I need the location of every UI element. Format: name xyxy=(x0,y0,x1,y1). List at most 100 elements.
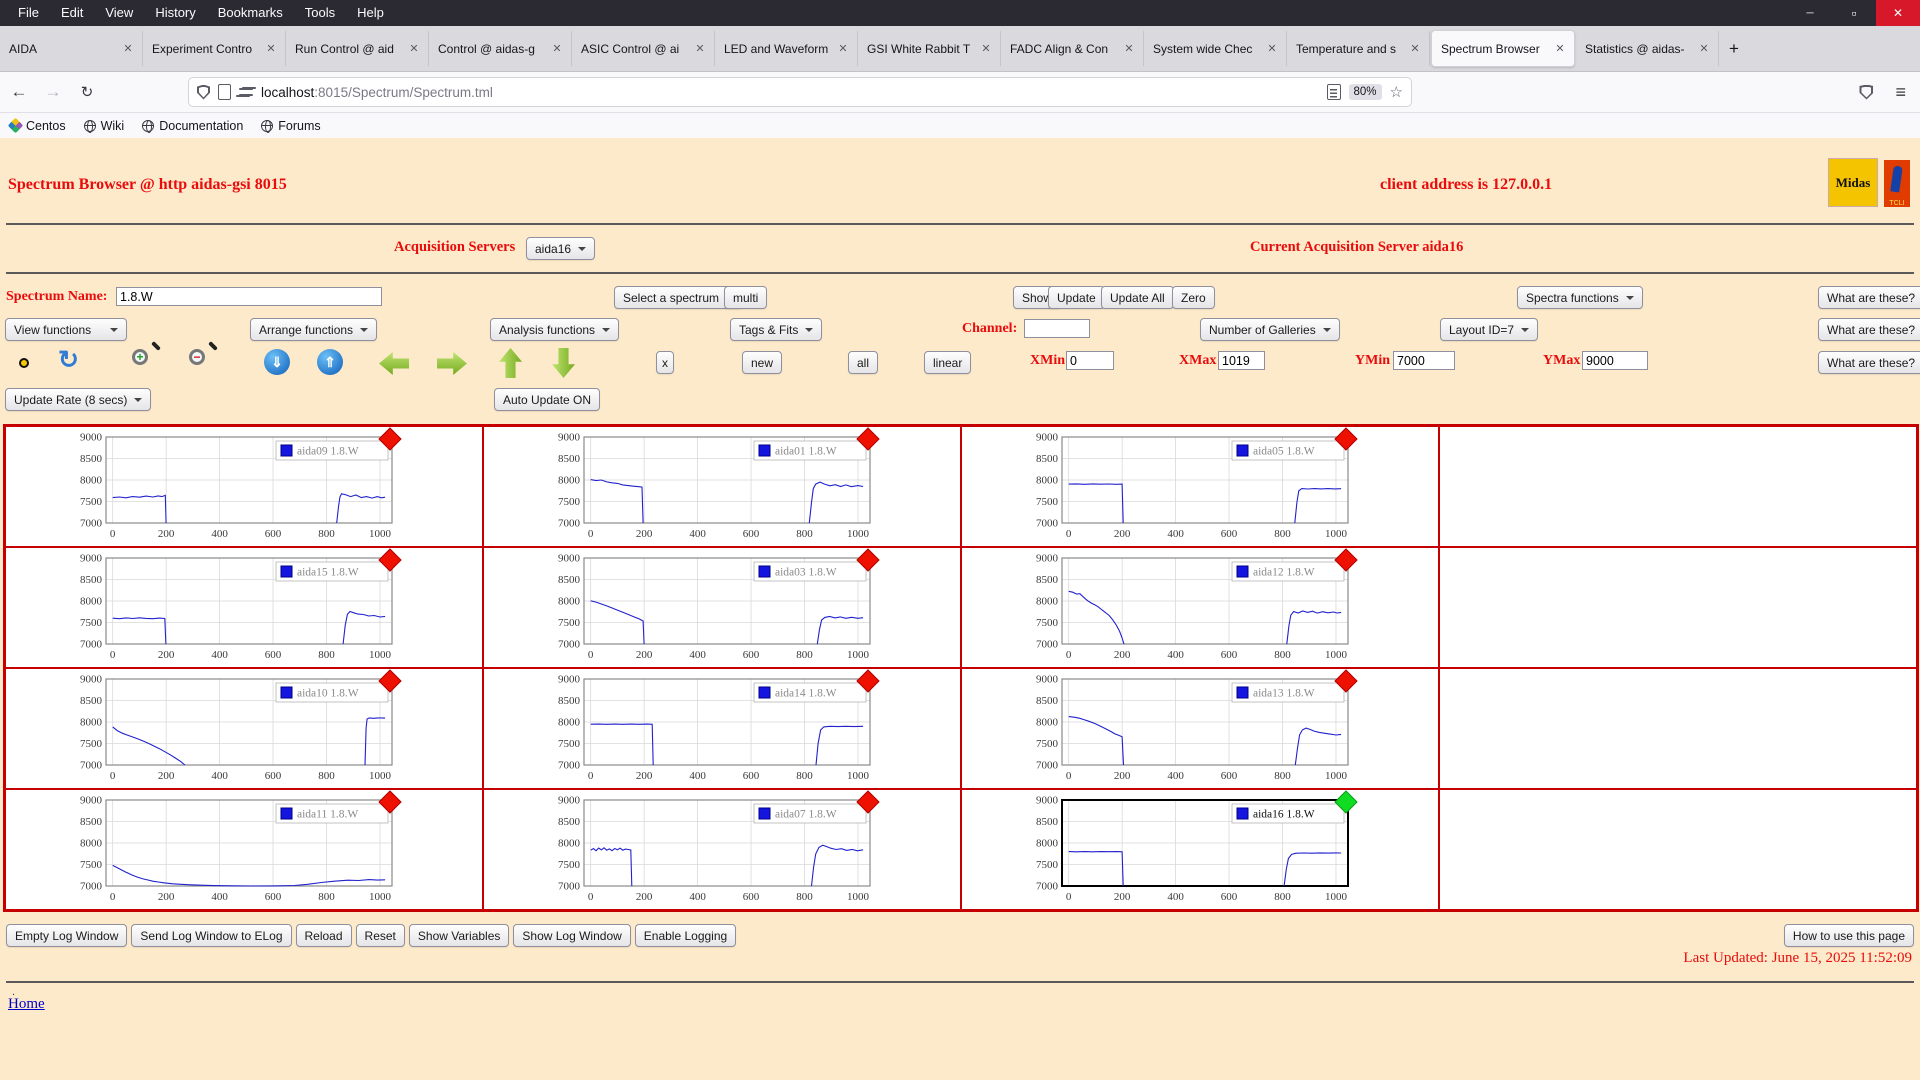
tab-close-icon[interactable] xyxy=(1407,41,1423,57)
tags-fits-dropdown[interactable]: Tags & Fits xyxy=(730,318,823,341)
layout-id-dropdown[interactable]: Layout ID=7 xyxy=(1440,318,1539,341)
ymax-input[interactable] xyxy=(1582,351,1648,370)
bookmark-documentation[interactable]: Documentation xyxy=(142,119,243,133)
update-all-button[interactable]: Update All xyxy=(1101,286,1174,309)
tab-close-icon[interactable] xyxy=(1552,41,1568,57)
tab-run-control-aid[interactable]: Run Control @ aid xyxy=(286,31,429,66)
spectrum-cell-aida13[interactable]: 7000 7500 8000 8500 9000 0 200 400 600 800 1000 aid… xyxy=(961,668,1439,789)
empty-log-window-button[interactable]: Empty Log Window xyxy=(6,924,128,947)
update-rate-dropdown[interactable]: Update Rate (8 secs) xyxy=(5,388,152,411)
number-of-galleries-dropdown[interactable]: Number of Galleries xyxy=(1200,318,1340,341)
spectrum-cell-aida11[interactable]: 7000 7500 8000 8500 9000 0 200 400 600 800 1000 aid… xyxy=(5,789,483,910)
reload-button[interactable]: Reload xyxy=(295,924,352,947)
tab-statistics-aidas-[interactable]: Statistics @ aidas- xyxy=(1576,31,1719,66)
send-log-window-to-elog-button[interactable]: Send Log Window to ELog xyxy=(131,924,292,947)
spectrum-cell-aida09[interactable]: 7000 7500 8000 8500 9000 0 200 400 600 800 1000 aid… xyxy=(5,426,483,547)
spectrum-cell-aida14[interactable]: 7000 7500 8000 8500 9000 0 200 400 600 800 1000 aid… xyxy=(483,668,961,789)
zero-button[interactable]: Zero xyxy=(1172,286,1215,309)
refresh-icon[interactable] xyxy=(58,347,79,373)
tab-close-icon[interactable] xyxy=(1121,41,1137,57)
minimize-icon[interactable] xyxy=(1788,0,1832,26)
tab-close-icon[interactable] xyxy=(692,41,708,57)
menu-view[interactable]: View xyxy=(95,0,143,26)
bookmark-star-icon[interactable] xyxy=(1390,83,1403,101)
spectrum-cell-aida05[interactable]: 7000 7500 8000 8500 9000 0 200 400 600 800 1000 aid… xyxy=(961,426,1439,547)
tab-close-icon[interactable] xyxy=(835,41,851,57)
maximize-icon[interactable] xyxy=(1832,0,1876,26)
pan-right-icon[interactable] xyxy=(437,352,467,375)
spectrum-cell-aida12[interactable]: 7000 7500 8000 8500 9000 0 200 400 600 800 1000 aid… xyxy=(961,547,1439,668)
show-log-window-button[interactable]: Show Log Window xyxy=(513,924,631,947)
tab-control-aidas-g[interactable]: Control @ aidas-g xyxy=(429,31,572,66)
linear-button[interactable]: linear xyxy=(924,351,972,374)
new-button[interactable]: new xyxy=(742,351,783,374)
spectrum-cell-aida16[interactable]: 7000 7500 8000 8500 9000 0 200 400 600 800 1000 aid… xyxy=(961,789,1439,910)
pan-down-icon[interactable] xyxy=(552,348,575,378)
tab-fadc-align-con[interactable]: FADC Align & Con xyxy=(1001,31,1144,66)
all-button[interactable]: all xyxy=(848,351,879,374)
tab-led-and-waveform[interactable]: LED and Waveform xyxy=(715,31,858,66)
tab-system-wide-chec[interactable]: System wide Chec xyxy=(1144,31,1287,66)
bookmark-centos[interactable]: Centos xyxy=(7,117,66,134)
tab-spectrum-browser[interactable]: Spectrum Browser xyxy=(1431,30,1575,67)
update-button[interactable]: Update xyxy=(1048,286,1105,309)
tab-aida[interactable]: AIDA xyxy=(0,31,143,66)
ymin-input[interactable] xyxy=(1393,351,1455,370)
analysis-functions-dropdown[interactable]: Analysis functions xyxy=(490,318,620,341)
spectra-functions-dropdown[interactable]: Spectra functions xyxy=(1517,286,1643,309)
new-tab-icon[interactable] xyxy=(1719,26,1749,71)
tab-close-icon[interactable] xyxy=(1264,41,1280,57)
spectrum-name-input[interactable] xyxy=(116,287,382,306)
bookmark-forums[interactable]: Forums xyxy=(261,119,321,133)
bookmark-wiki[interactable]: Wiki xyxy=(83,119,124,133)
x-projection-button[interactable]: x xyxy=(656,351,674,374)
tab-asic-control-ai[interactable]: ASIC Control @ ai xyxy=(572,31,715,66)
xmin-input[interactable] xyxy=(1066,351,1114,370)
zoom-level-badge[interactable]: 80% xyxy=(1348,84,1382,100)
what-are-these-button[interactable]: What are these? xyxy=(1818,318,1920,341)
show-variables-button[interactable]: Show Variables xyxy=(408,924,510,947)
pan-up-icon[interactable] xyxy=(499,348,522,378)
page-icon[interactable] xyxy=(218,84,231,100)
what-are-these-button[interactable]: What are these? xyxy=(1818,351,1920,374)
xmax-input[interactable] xyxy=(1218,351,1265,370)
tab-gsi-white-rabbit-t[interactable]: GSI White Rabbit T xyxy=(858,31,1001,66)
menu-edit[interactable]: Edit xyxy=(51,0,93,26)
view-functions-dropdown[interactable]: View functions xyxy=(5,318,127,341)
tab-close-icon[interactable] xyxy=(1696,41,1712,57)
expand-y-icon[interactable]: ⇑ xyxy=(317,349,343,375)
reset-button[interactable]: Reset xyxy=(355,924,405,947)
pan-left-icon[interactable] xyxy=(379,352,409,375)
reload-icon[interactable] xyxy=(72,77,102,107)
url-bar[interactable]: localhost:8015/Spectrum/Spectrum.tml 80% xyxy=(188,77,1412,107)
spectrum-cell-aida10[interactable]: 7000 7500 8000 8500 9000 0 200 400 600 800 1000 aid… xyxy=(5,668,483,789)
tab-temperature-and-s[interactable]: Temperature and s xyxy=(1287,31,1430,66)
menu-tools[interactable]: Tools xyxy=(295,0,345,26)
forward-icon[interactable] xyxy=(38,77,68,107)
tab-close-icon[interactable] xyxy=(120,41,136,57)
multi-button[interactable]: multi xyxy=(724,286,768,309)
spectrum-cell-aida07[interactable]: 7000 7500 8000 8500 9000 0 200 400 600 800 1000 aid… xyxy=(483,789,961,910)
reader-mode-icon[interactable] xyxy=(1326,84,1341,100)
shield-icon[interactable] xyxy=(197,84,210,100)
close-icon[interactable] xyxy=(1876,0,1920,26)
app-menu-icon[interactable] xyxy=(1895,82,1906,103)
how-to-use-button[interactable]: How to use this page xyxy=(1783,924,1914,947)
spectrum-cell-aida01[interactable]: 7000 7500 8000 8500 9000 0 200 400 600 800 1000 aid… xyxy=(483,426,961,547)
menu-help[interactable]: Help xyxy=(347,0,394,26)
menu-history[interactable]: History xyxy=(145,0,205,26)
back-icon[interactable] xyxy=(4,77,34,107)
channel-input[interactable] xyxy=(1024,319,1090,338)
what-are-these-button[interactable]: What are these? xyxy=(1818,286,1920,309)
tab-experiment-contro[interactable]: Experiment Contro xyxy=(143,31,286,66)
url-text[interactable]: localhost:8015/Spectrum/Spectrum.tml xyxy=(261,85,1327,100)
tab-close-icon[interactable] xyxy=(406,41,422,57)
arrange-functions-dropdown[interactable]: Arrange functions xyxy=(250,318,378,341)
acquisition-server-select[interactable]: aida16 xyxy=(526,237,596,260)
compress-y-icon[interactable]: ⇓ xyxy=(264,349,290,375)
tab-close-icon[interactable] xyxy=(549,41,565,57)
home-link[interactable]: Home xyxy=(8,996,45,1013)
auto-update-button[interactable]: Auto Update ON xyxy=(494,388,601,411)
tab-close-icon[interactable] xyxy=(263,41,279,57)
spectrum-cell-aida15[interactable]: 7000 7500 8000 8500 9000 0 200 400 600 800 1000 aid… xyxy=(5,547,483,668)
